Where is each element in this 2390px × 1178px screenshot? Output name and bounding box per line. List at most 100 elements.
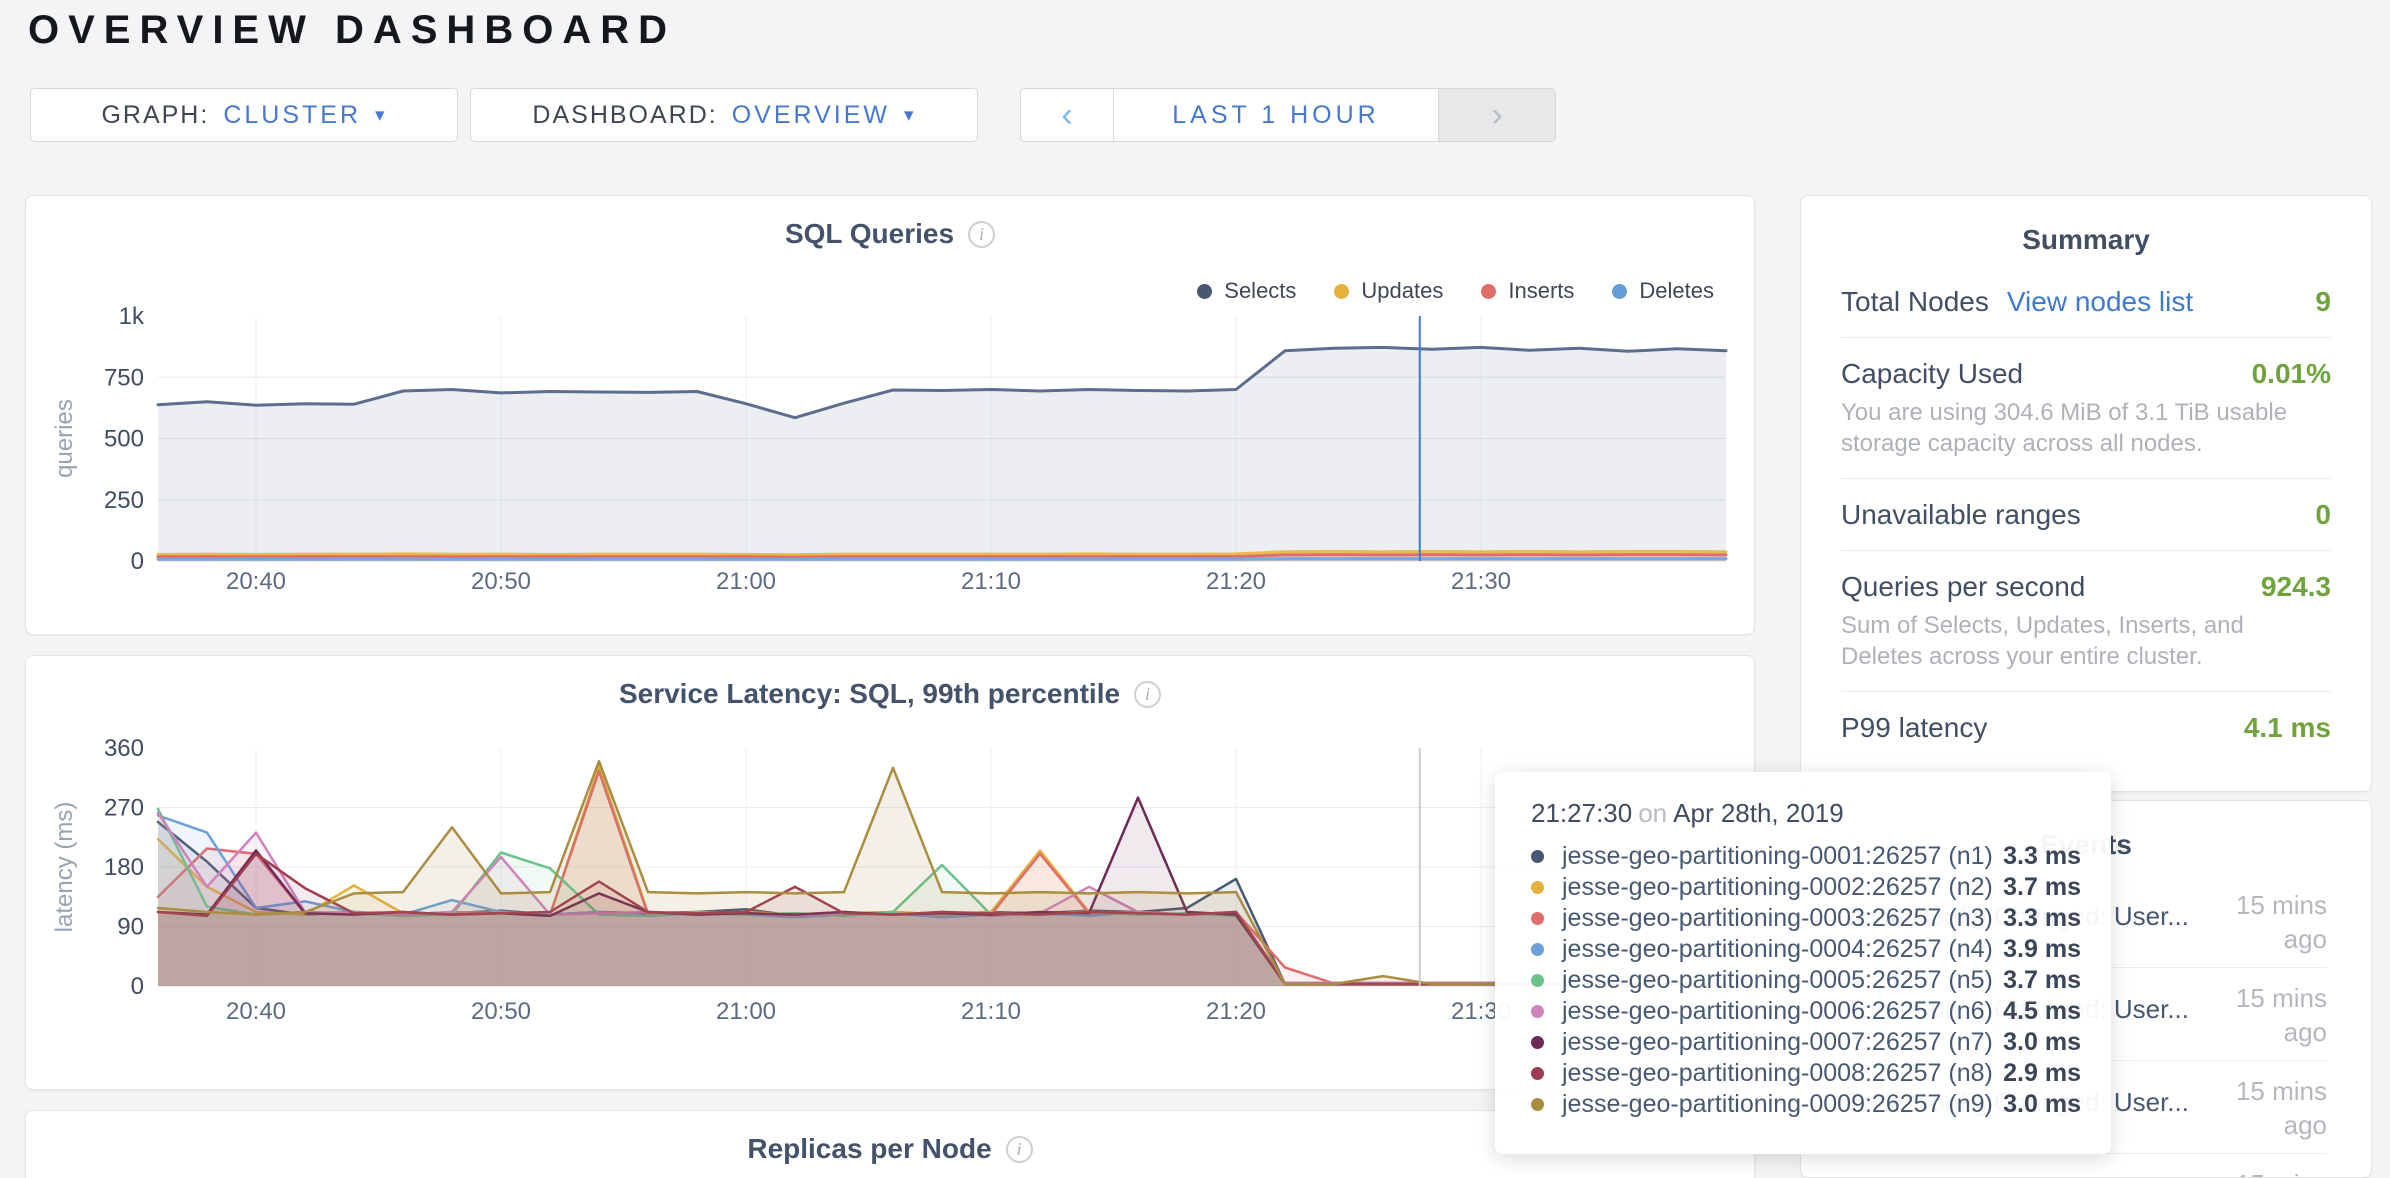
node-name: jesse-geo-partitioning-0001:26257 (n1) bbox=[1562, 842, 2003, 871]
svg-text:queries: queries bbox=[51, 399, 78, 478]
node-color-dot-icon bbox=[1531, 1067, 1544, 1080]
legend-label: Inserts bbox=[1508, 278, 1574, 304]
graph-dropdown-value: CLUSTER bbox=[223, 101, 361, 130]
summary-item-label: Total Nodes bbox=[1841, 286, 1989, 318]
dashboard-dropdown-label: DASHBOARD: bbox=[532, 101, 717, 130]
svg-text:1k: 1k bbox=[119, 304, 145, 330]
node-color-dot-icon bbox=[1531, 1098, 1544, 1111]
svg-text:21:10: 21:10 bbox=[961, 568, 1021, 595]
node-color-dot-icon bbox=[1531, 943, 1544, 956]
svg-text:250: 250 bbox=[104, 487, 144, 514]
svg-text:360: 360 bbox=[104, 735, 144, 762]
node-name: jesse-geo-partitioning-0003:26257 (n3) bbox=[1562, 904, 2003, 933]
info-icon[interactable]: i bbox=[1134, 681, 1161, 708]
node-color-dot-icon bbox=[1531, 881, 1544, 894]
svg-text:20:40: 20:40 bbox=[226, 998, 286, 1025]
summary-item-label: Unavailable ranges bbox=[1841, 499, 2081, 531]
node-color-dot-icon bbox=[1531, 850, 1544, 863]
legend-item-deletes[interactable]: Deletes bbox=[1612, 278, 1714, 304]
svg-text:90: 90 bbox=[117, 914, 144, 941]
time-next-button[interactable]: › bbox=[1438, 89, 1555, 141]
node-name: jesse-geo-partitioning-0005:26257 (n5) bbox=[1562, 966, 2003, 995]
tooltip-row: jesse-geo-partitioning-0006:26257 (n6)4.… bbox=[1531, 996, 2081, 1027]
graph-dropdown-label: GRAPH: bbox=[101, 101, 209, 130]
legend-dot-icon bbox=[1334, 284, 1349, 299]
node-latency-value: 3.0 ms bbox=[2003, 1090, 2081, 1119]
view-nodes-list-link[interactable]: View nodes list bbox=[2007, 286, 2193, 318]
time-range-selector: ‹ LAST 1 HOUR › bbox=[1020, 88, 1556, 142]
overview-dashboard-page: OVERVIEW DASHBOARD GRAPH: CLUSTER ▾ DASH… bbox=[0, 0, 2390, 1178]
svg-text:270: 270 bbox=[104, 795, 144, 822]
summary-item: Total NodesView nodes list9 bbox=[1841, 266, 2331, 337]
event-timestamp: 15 mins ago bbox=[2215, 888, 2327, 956]
tooltip-row: jesse-geo-partitioning-0004:26257 (n4)3.… bbox=[1531, 934, 2081, 965]
tooltip-row: jesse-geo-partitioning-0008:26257 (n8)2.… bbox=[1531, 1058, 2081, 1089]
node-name: jesse-geo-partitioning-0008:26257 (n8) bbox=[1562, 1059, 2003, 1088]
hover-tooltip: 21:27:30onApr 28th, 2019 jesse-geo-parti… bbox=[1495, 772, 2111, 1154]
summary-title: Summary bbox=[1841, 224, 2331, 256]
svg-text:21:00: 21:00 bbox=[716, 568, 776, 595]
summary-item-description: Sum of Selects, Updates, Inserts, and De… bbox=[1841, 610, 2331, 672]
svg-text:750: 750 bbox=[104, 364, 144, 391]
tooltip-row: jesse-geo-partitioning-0005:26257 (n5)3.… bbox=[1531, 965, 2081, 996]
chart-title: Replicas per Node bbox=[747, 1133, 991, 1165]
time-prev-button[interactable]: ‹ bbox=[1021, 89, 1114, 141]
summary-item: Queries per second 924.3 Sum of Selects, U… bbox=[1841, 550, 2331, 691]
summary-item: P99 latency 4.1 ms bbox=[1841, 691, 2331, 763]
node-name: jesse-geo-partitioning-0006:26257 (n6) bbox=[1562, 997, 2003, 1026]
legend-label: Deletes bbox=[1639, 278, 1714, 304]
summary-item-value: 0.01% bbox=[2252, 358, 2331, 390]
node-latency-value: 3.9 ms bbox=[2003, 935, 2081, 964]
chevron-down-icon: ▾ bbox=[904, 104, 916, 127]
node-latency-value: 3.3 ms bbox=[2003, 904, 2081, 933]
node-color-dot-icon bbox=[1531, 974, 1544, 987]
summary-item-value: 924.3 bbox=[2261, 571, 2331, 603]
node-latency-value: 3.7 ms bbox=[2003, 966, 2081, 995]
tooltip-row: jesse-geo-partitioning-0007:26257 (n7)3.… bbox=[1531, 1027, 2081, 1058]
legend-label: Updates bbox=[1361, 278, 1443, 304]
legend-item-selects[interactable]: Selects bbox=[1197, 278, 1296, 304]
node-color-dot-icon bbox=[1531, 1036, 1544, 1049]
legend-label: Selects bbox=[1224, 278, 1296, 304]
summary-item-value: 4.1 ms bbox=[2244, 712, 2331, 744]
node-color-dot-icon bbox=[1531, 1005, 1544, 1018]
sql-queries-chart-card: SQL Queries i Selects Updates Inserts Delet… bbox=[25, 195, 1755, 635]
legend-item-inserts[interactable]: Inserts bbox=[1481, 278, 1574, 304]
svg-text:180: 180 bbox=[104, 854, 144, 881]
node-latency-value: 4.5 ms bbox=[2003, 997, 2081, 1026]
event-timestamp: 15 mins ago bbox=[2215, 981, 2327, 1049]
svg-text:0: 0 bbox=[131, 548, 144, 575]
chevron-right-icon: › bbox=[1491, 96, 1502, 135]
svg-text:latency (ms): latency (ms) bbox=[51, 802, 78, 933]
svg-text:21:20: 21:20 bbox=[1206, 568, 1266, 595]
legend-dot-icon bbox=[1612, 284, 1627, 299]
tooltip-date: Apr 28th, 2019 bbox=[1673, 798, 1844, 828]
sql-queries-chart[interactable]: 02505007501k20:4020:5021:0021:1021:2021:… bbox=[26, 304, 1756, 609]
event-row[interactable]: Zone Config Changed: User...15 mins ago bbox=[1845, 1154, 2327, 1178]
node-latency-value: 2.9 ms bbox=[2003, 1059, 2081, 1088]
graph-dropdown[interactable]: GRAPH: CLUSTER ▾ bbox=[30, 88, 458, 142]
summary-item: Unavailable ranges0 bbox=[1841, 478, 2331, 550]
legend-item-updates[interactable]: Updates bbox=[1334, 278, 1443, 304]
node-latency-value: 3.3 ms bbox=[2003, 842, 2081, 871]
summary-item: Capacity Used 0.01% You are using 304.6 Mi… bbox=[1841, 337, 2331, 478]
tooltip-on-word: on bbox=[1638, 798, 1667, 828]
node-color-dot-icon bbox=[1531, 912, 1544, 925]
chart-title: Service Latency: SQL, 99th percentile bbox=[619, 678, 1120, 710]
chart-title: SQL Queries bbox=[785, 218, 954, 250]
summary-item-label: Queries per second bbox=[1841, 571, 2085, 603]
summary-item-label: Capacity Used bbox=[1841, 358, 2023, 390]
info-icon[interactable]: i bbox=[1006, 1136, 1033, 1163]
info-icon[interactable]: i bbox=[968, 221, 995, 248]
time-window-label[interactable]: LAST 1 HOUR bbox=[1114, 89, 1438, 141]
svg-text:21:00: 21:00 bbox=[716, 998, 776, 1025]
tooltip-header: 21:27:30onApr 28th, 2019 bbox=[1531, 798, 2081, 829]
summary-item-description: You are using 304.6 MiB of 3.1 TiB usabl… bbox=[1841, 397, 2331, 459]
chart-legend: Selects Updates Inserts Deletes bbox=[1197, 278, 1714, 304]
summary-item-label: P99 latency bbox=[1841, 712, 1987, 744]
summary-panel: Summary Total NodesView nodes list9Capac… bbox=[1800, 195, 2372, 792]
dashboard-dropdown-value: OVERVIEW bbox=[732, 101, 890, 130]
dashboard-dropdown[interactable]: DASHBOARD: OVERVIEW ▾ bbox=[470, 88, 978, 142]
legend-dot-icon bbox=[1481, 284, 1496, 299]
tooltip-time: 21:27:30 bbox=[1531, 798, 1632, 828]
